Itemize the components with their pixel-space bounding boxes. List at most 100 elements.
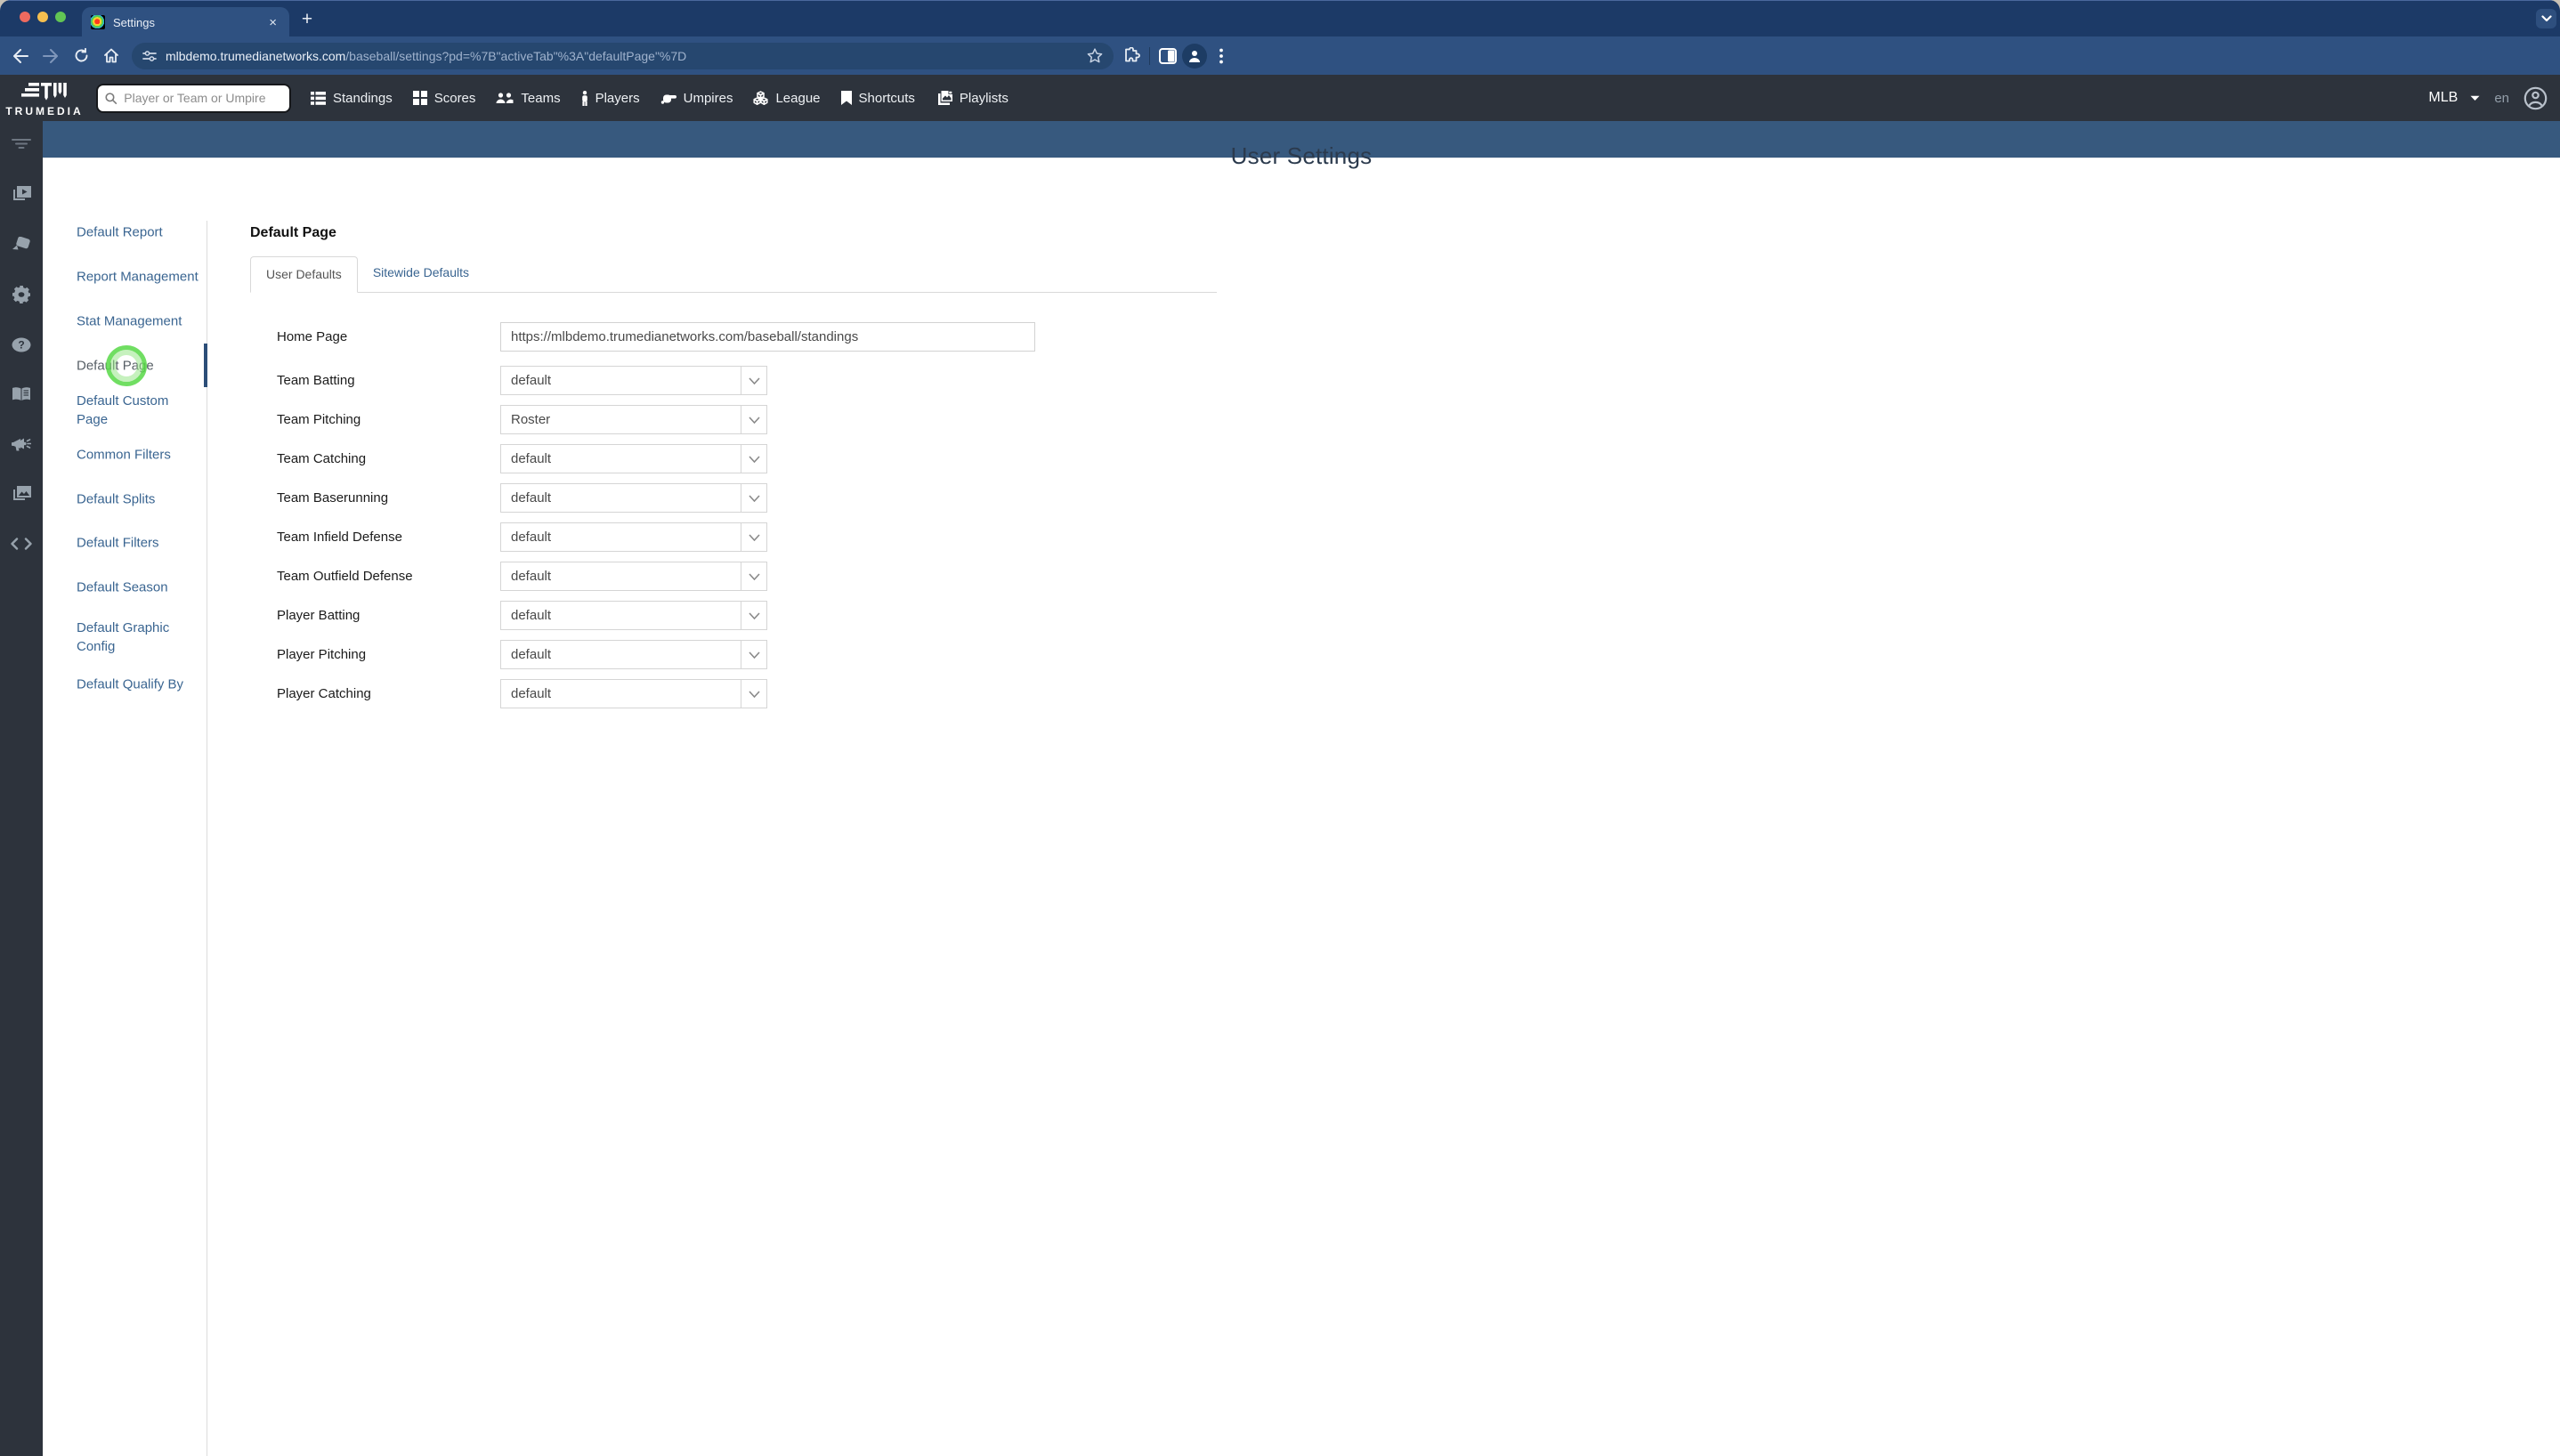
player-pitching-select[interactable]: default (500, 640, 767, 669)
tag-icon[interactable] (0, 235, 43, 255)
nav-item-umpires[interactable]: Umpires (660, 91, 733, 106)
trumedia-logo-mark (21, 82, 67, 101)
playlists-icon (936, 91, 952, 105)
active-menu-indicator (204, 344, 207, 387)
select-value: default (511, 373, 552, 388)
team-catching-select[interactable]: default (500, 444, 767, 473)
nav-item-shortcuts[interactable]: Shortcuts (840, 91, 915, 106)
url-host: mlbdemo.trumedianetworks.com (166, 48, 346, 63)
tab-strip: Settings × + (0, 0, 2560, 37)
reload-button[interactable] (66, 41, 96, 71)
nav-item-label: Players (595, 90, 640, 106)
tab-search-chevron-button[interactable] (2536, 9, 2556, 28)
extensions-icon[interactable] (1122, 46, 1140, 65)
menu-item-default-report[interactable]: Default Report (77, 223, 203, 242)
nav-items: Standings Scores Teams Players Umpires League… (311, 90, 1009, 106)
code-icon[interactable] (0, 534, 43, 554)
chevron-down-icon (741, 562, 766, 590)
nav-item-playlists[interactable]: Playlists (936, 91, 1009, 106)
menu-item-stat-management[interactable]: Stat Management (77, 312, 203, 331)
bookmark-star-icon[interactable] (1087, 48, 1103, 63)
gear-icon[interactable] (0, 285, 43, 304)
book-icon[interactable] (0, 384, 43, 404)
side-panel-icon[interactable] (1159, 47, 1177, 64)
form-row: Player Batting default (277, 601, 1096, 630)
menu-item-default-season[interactable]: Default Season (77, 578, 203, 597)
select-value: default (511, 686, 552, 701)
tab-user-defaults[interactable]: User Defaults (250, 256, 358, 293)
menu-item-default-graphic-config[interactable]: Default Graphic Config (77, 619, 203, 656)
close-window-button[interactable] (20, 12, 30, 22)
url-path: /baseball/settings?pd=%7B"activeTab"%3A"… (345, 48, 687, 63)
select-value: default (511, 608, 552, 623)
select-value: default (511, 451, 552, 466)
forward-button[interactable] (36, 41, 66, 71)
account-icon[interactable] (2524, 86, 2548, 110)
megaphone-icon[interactable] (0, 434, 43, 454)
league-icon (753, 91, 769, 105)
defaults-tabs: User Defaults Sitewide Defaults (250, 256, 1217, 293)
browser-tab-settings[interactable]: Settings × (82, 7, 289, 37)
menu-item-default-splits[interactable]: Default Splits (77, 490, 203, 509)
league-label: MLB (2428, 90, 2459, 105)
menu-item-common-filters[interactable]: Common Filters (77, 446, 203, 465)
select-value: default (511, 530, 552, 545)
home-page-input[interactable] (500, 322, 1035, 352)
profile-avatar[interactable] (1182, 43, 1207, 69)
menu-item-default-page[interactable]: Default Page (77, 357, 203, 376)
nav-item-label: League (775, 90, 821, 106)
menu-item-default-custom-page[interactable]: Default Custom Page (77, 392, 203, 429)
nav-item-players[interactable]: Players (581, 90, 640, 106)
video-library-icon[interactable] (0, 184, 43, 204)
menu-item-default-qualify-by[interactable]: Default Qualify By (77, 675, 203, 694)
person-icon (1189, 50, 1200, 62)
tab-close-icon[interactable]: × (265, 14, 280, 31)
new-tab-button[interactable]: + (296, 9, 318, 30)
chevron-down-icon (741, 680, 766, 708)
team-infield-defense-select[interactable]: default (500, 522, 767, 552)
gallery-icon[interactable] (0, 484, 43, 504)
form-row: Team Pitching Roster (277, 405, 1096, 434)
menu-item-report-management[interactable]: Report Management (77, 268, 203, 287)
chevron-down-icon (741, 406, 766, 433)
nav-item-league[interactable]: League (753, 90, 821, 106)
field-label: Home Page (277, 329, 348, 344)
chevron-down-icon (741, 523, 766, 551)
global-search[interactable] (96, 83, 291, 113)
league-selector[interactable]: MLB (2428, 90, 2480, 106)
forward-arrow-icon (43, 48, 58, 63)
field-label: Team Infield Defense (277, 530, 402, 545)
form-row: Home Page (277, 322, 1096, 352)
back-button[interactable] (5, 41, 36, 71)
search-input[interactable] (122, 90, 282, 106)
team-pitching-select[interactable]: Roster (500, 405, 767, 434)
home-icon (104, 48, 118, 63)
zoom-window-button[interactable] (55, 12, 66, 22)
nav-item-standings[interactable]: Standings (311, 91, 393, 106)
nav-item-label: Umpires (683, 90, 733, 106)
team-batting-select[interactable]: default (500, 366, 767, 395)
chevron-down-icon (741, 445, 766, 473)
site-settings-icon[interactable] (142, 50, 157, 62)
trumedia-logo[interactable]: TRUMEDIA (0, 81, 89, 117)
url-bar[interactable]: mlbdemo.trumedianetworks.com/baseball/se… (132, 42, 1114, 69)
nav-item-teams[interactable]: Teams (496, 91, 561, 106)
player-batting-select[interactable]: default (500, 601, 767, 630)
nav-right-cluster: MLB en (2428, 86, 2548, 110)
tab-sitewide-defaults[interactable]: Sitewide Defaults (358, 255, 484, 292)
team-baserunning-select[interactable]: default (500, 483, 767, 513)
select-value: Roster (511, 412, 551, 427)
minimize-window-button[interactable] (37, 12, 48, 22)
help-icon[interactable]: ? (0, 335, 43, 354)
home-button[interactable] (96, 41, 126, 71)
filter-icon[interactable] (0, 133, 43, 153)
scores-icon (412, 91, 427, 105)
menu-item-default-filters[interactable]: Default Filters (77, 534, 203, 553)
team-outfield-defense-select[interactable]: default (500, 562, 767, 591)
standings-icon (311, 91, 326, 105)
browser-toolbar: mlbdemo.trumedianetworks.com/baseball/se… (0, 36, 2560, 75)
browser-menu-icon[interactable] (1219, 48, 1223, 64)
nav-item-scores[interactable]: Scores (412, 91, 475, 106)
toolbar-divider (1149, 46, 1150, 65)
player-catching-select[interactable]: default (500, 679, 767, 708)
